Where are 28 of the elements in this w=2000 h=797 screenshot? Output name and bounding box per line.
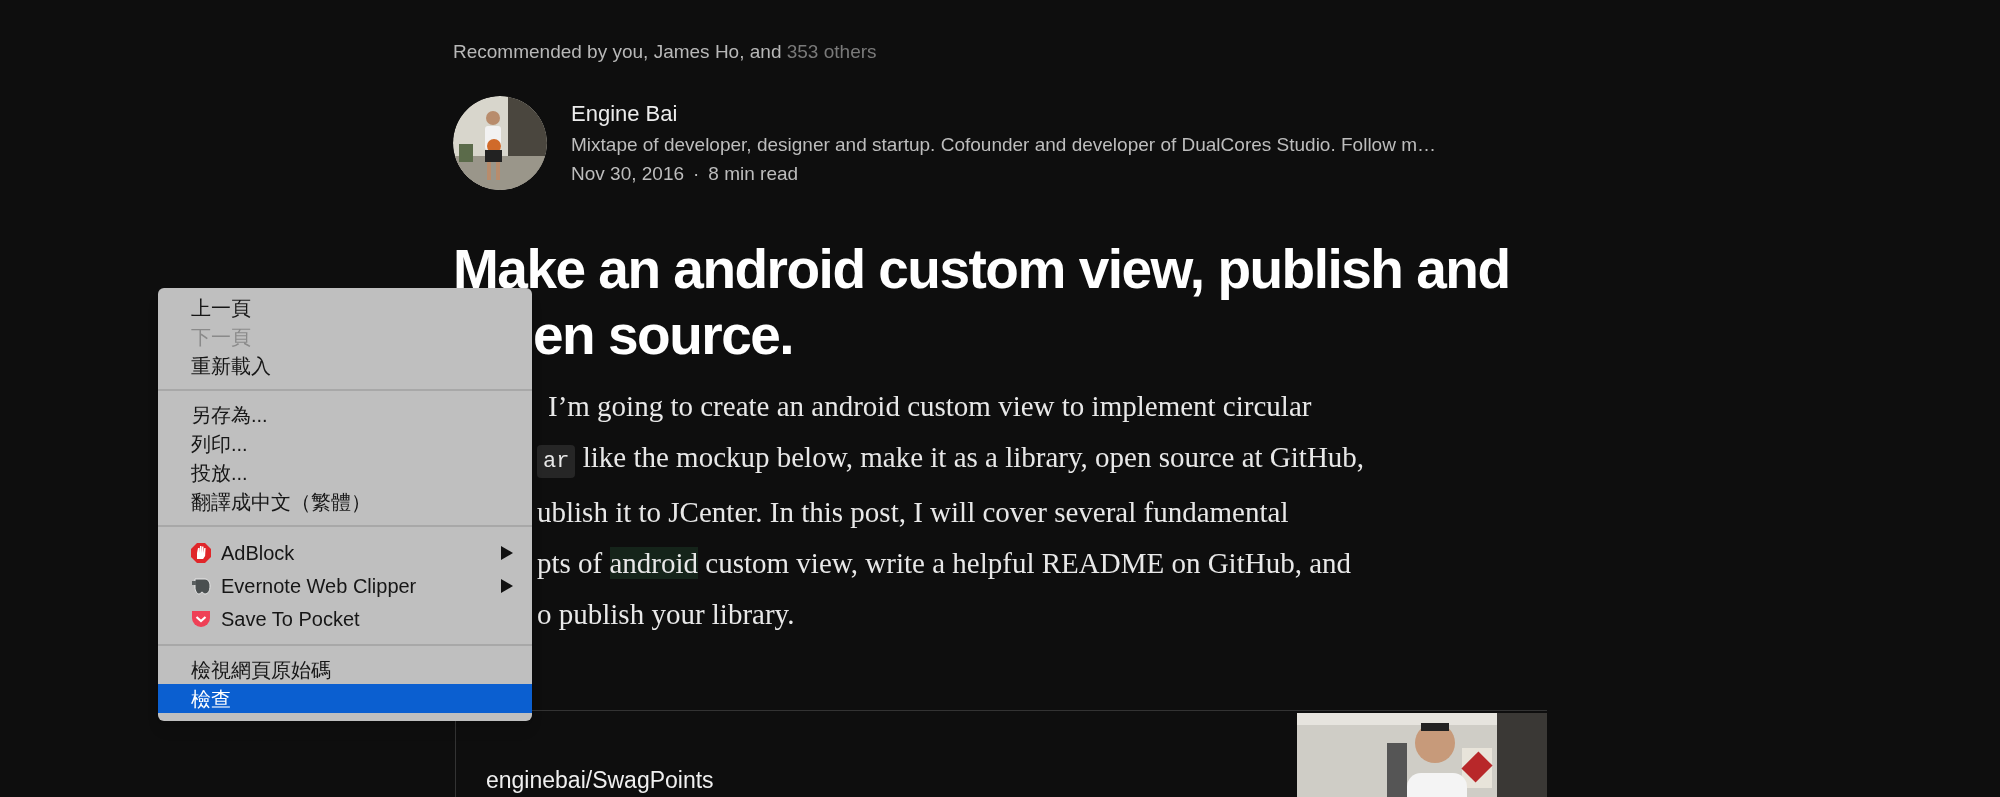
body-text: I’m going to create an android custom view to implement circular (547, 389, 1313, 424)
menu-item[interactable]: 檢視網頁原始碼 (158, 655, 532, 684)
body-text: pts of android custom view, write a helpful README on GitHub, and (537, 546, 1353, 581)
menu-item[interactable]: 檢查 (158, 684, 532, 713)
stop-hand-icon (190, 541, 212, 564)
menu-item[interactable]: 投放... (158, 458, 532, 487)
article-title: en source. (532, 303, 795, 368)
submenu-arrow-icon (500, 544, 514, 561)
author-name[interactable]: Engine Bai (571, 101, 1436, 127)
menu-item[interactable]: AdBlock (158, 536, 532, 569)
author-bio: Mixtape of developer, designer and startup. Cofounder and developer of DualCores Studio. Follow m… (571, 133, 1436, 157)
separator-dot: · (693, 162, 700, 186)
menu-item[interactable]: 重新載入 (158, 351, 532, 380)
menu-item[interactable]: 翻譯成中文（繁體） (158, 487, 532, 516)
embed-card[interactable]: enginebai/SwagPoints (455, 710, 1547, 797)
card-title: enginebai/SwagPoints (486, 768, 715, 792)
menu-item[interactable]: Evernote Web Clipper (158, 569, 532, 602)
body-text: ublish it to JCenter. In this post, I will cover several fundamental (537, 495, 1290, 530)
others-link[interactable]: 353 others (786, 41, 877, 62)
submenu-arrow-icon (500, 577, 514, 594)
recommended-text: Recommended by you, James Ho, and 353 others (453, 40, 878, 64)
body-text: o publish your library. (537, 597, 796, 632)
read-time: 8 min read (708, 162, 799, 186)
post-date: Nov 30, 2016 (571, 162, 685, 186)
menu-item[interactable]: 另存為... (158, 400, 532, 429)
menu-item[interactable]: 列印... (158, 429, 532, 458)
body-text: ar like the mockup below, make it as a library, open source at GitHub, (537, 432, 2000, 487)
menu-item[interactable]: Save To Pocket (158, 602, 532, 635)
